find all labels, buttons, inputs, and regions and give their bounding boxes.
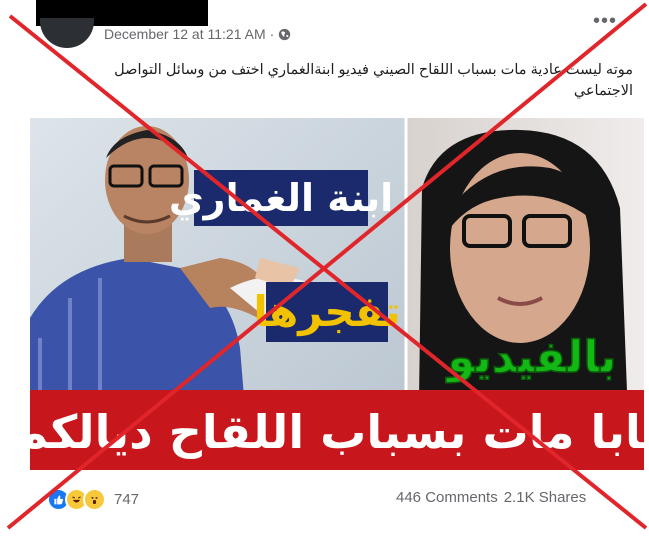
avatar[interactable] bbox=[40, 18, 94, 48]
post-meta: December 12 at 11:21 AM · bbox=[104, 26, 291, 44]
globe-icon bbox=[278, 28, 291, 44]
label-video-text: بالفيديو bbox=[446, 332, 617, 383]
banner-text: بابا مات بسباب اللقاح ديالكم bbox=[30, 405, 644, 459]
post-timestamp[interactable]: December 12 at 11:21 AM bbox=[104, 26, 266, 42]
reaction-count: 747 bbox=[114, 490, 140, 508]
label-exploded-text: تفجرها bbox=[253, 287, 400, 337]
shares-count[interactable]: 2.1K Shares bbox=[504, 489, 587, 506]
label-name-text: ابنة الغماري bbox=[169, 176, 393, 220]
comments-count[interactable]: 446 Comments bbox=[396, 489, 498, 506]
post-thumbnail[interactable]: ابنة الغماري تفجرها بالفيديو بابا مات بس… bbox=[30, 118, 644, 470]
more-options-icon[interactable]: ••• bbox=[593, 10, 617, 33]
engagement-stats: 446 Comments 2.1K Shares bbox=[396, 489, 592, 506]
meta-separator: · bbox=[269, 26, 275, 42]
reaction-summary[interactable]: 747 bbox=[47, 487, 140, 511]
wow-icon bbox=[83, 487, 106, 511]
post-caption: موته ليست عادية مات بسباب اللقاح الصيني … bbox=[114, 62, 633, 99]
